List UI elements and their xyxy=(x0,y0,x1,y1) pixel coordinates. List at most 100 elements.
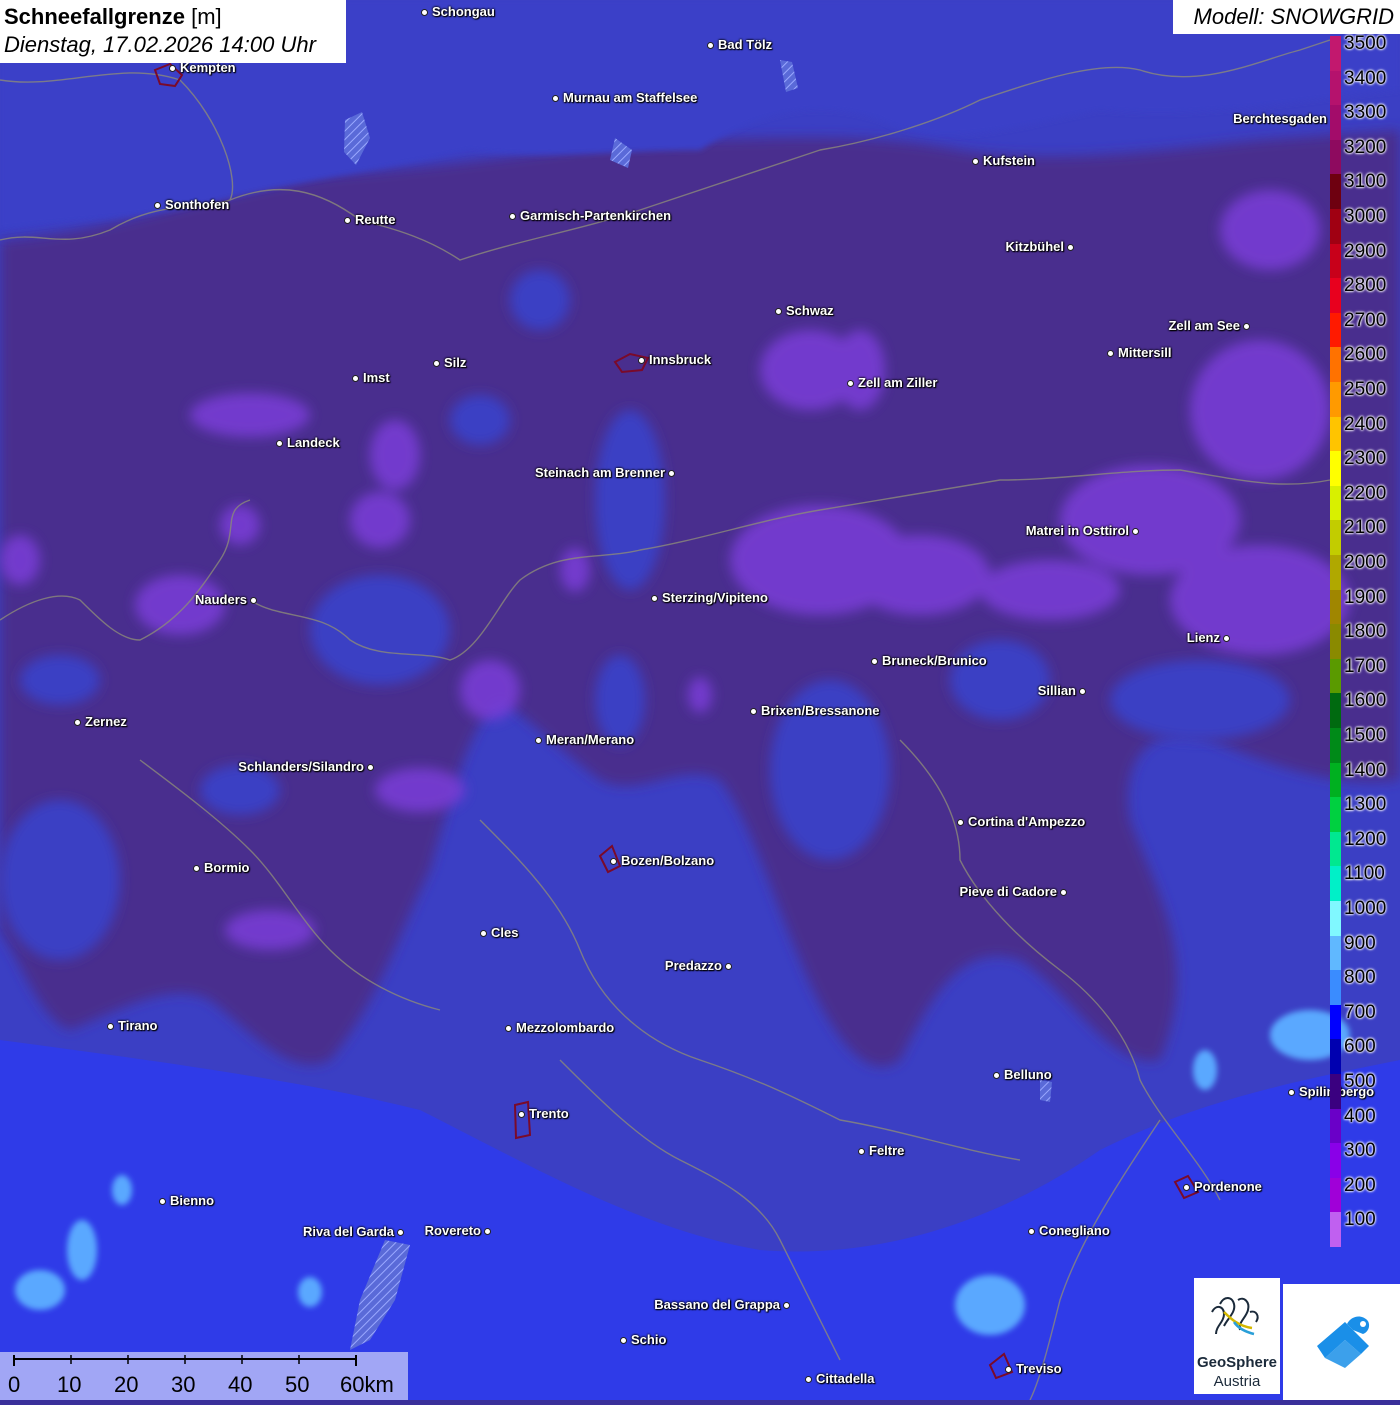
legend-swatch-200 xyxy=(1330,1177,1341,1213)
legend-swatch-3400 xyxy=(1330,70,1341,106)
legend-label-600: 600 xyxy=(1344,1036,1376,1058)
legend-label-3200: 3200 xyxy=(1344,136,1387,158)
legend-swatch-3500 xyxy=(1330,36,1341,72)
map-title: Schneefallgrenze xyxy=(4,4,185,29)
legend-swatch-2000 xyxy=(1330,555,1341,591)
city-dot-cittadella xyxy=(805,1376,812,1383)
legend-swatch-1700 xyxy=(1330,658,1341,694)
city-label-pordenone: Pordenone xyxy=(1194,1179,1262,1194)
city-dot-nauders xyxy=(250,597,257,604)
legend-swatch-500 xyxy=(1330,1074,1341,1110)
city-dot-sonthofen xyxy=(154,202,161,209)
legend-swatch-2100 xyxy=(1330,520,1341,556)
city-dot-reutte xyxy=(344,217,351,224)
legend-label-1400: 1400 xyxy=(1344,759,1387,781)
legend-swatch-1500 xyxy=(1330,728,1341,764)
city-dot-pieve-di-cadore xyxy=(1060,889,1067,896)
city-dot-steinach-am-brenner xyxy=(668,470,675,477)
city-dot-bassano-del-grappa xyxy=(783,1302,790,1309)
city-label-belluno: Belluno xyxy=(1004,1067,1052,1082)
legend-swatch-2900 xyxy=(1330,243,1341,279)
city-dot-cortina-d-ampezzo xyxy=(957,819,964,826)
legend-swatch-700 xyxy=(1330,1004,1341,1040)
legend-label-200: 200 xyxy=(1344,1174,1376,1196)
city-dot-mezzolombardo xyxy=(505,1025,512,1032)
city-label-conegliano: Conegliano xyxy=(1039,1223,1110,1238)
city-dot-zell-am-ziller xyxy=(847,380,854,387)
legend-label-1900: 1900 xyxy=(1344,586,1387,608)
legend-swatch-2400 xyxy=(1330,416,1341,452)
legend-label-2700: 2700 xyxy=(1344,309,1387,331)
city-label-brixen-bressanone: Brixen/Bressanone xyxy=(761,703,880,718)
city-label-garmisch-partenkirchen: Garmisch-Partenkirchen xyxy=(520,208,672,223)
city-dot-schio xyxy=(620,1337,627,1344)
legend-label-1300: 1300 xyxy=(1344,794,1387,816)
city-label-steinach-am-brenner: Steinach am Brenner xyxy=(534,465,665,480)
city-dot-meran-merano xyxy=(535,737,542,744)
city-label-bassano-del-grappa: Bassano del Grappa xyxy=(654,1297,780,1312)
legend-swatch-3100 xyxy=(1330,174,1341,210)
city-label-tirano: Tirano xyxy=(118,1018,158,1033)
legend-label-900: 900 xyxy=(1344,932,1376,954)
legend-swatch-100 xyxy=(1330,1212,1341,1248)
city-label-sillian: Sillian xyxy=(1037,683,1076,698)
city-label-reutte: Reutte xyxy=(355,212,396,227)
city-dot-bruneck-brunico xyxy=(871,658,878,665)
legend-swatch-1100 xyxy=(1330,866,1341,902)
city-dot-brixen-bressanone xyxy=(750,708,757,715)
legend-label-1000: 1000 xyxy=(1344,898,1387,919)
city-dot-treviso xyxy=(1005,1366,1012,1373)
legend-label-2100: 2100 xyxy=(1344,517,1387,539)
legend-swatch-300 xyxy=(1330,1143,1341,1179)
city-dot-zernez xyxy=(74,719,81,726)
city-dot-bad-t-lz xyxy=(707,42,714,49)
city-label-schlanders-silandro: Schlanders/Silandro xyxy=(238,759,364,774)
city-label-bormio: Bormio xyxy=(204,860,250,875)
city-label-zell-am-ziller: Zell am Ziller xyxy=(858,375,938,390)
legend-label-1100: 1100 xyxy=(1344,863,1385,885)
legend-label-2000: 2000 xyxy=(1344,552,1387,573)
city-dot-schlanders-silandro xyxy=(367,764,374,771)
city-dot-spilimbergo xyxy=(1288,1089,1295,1096)
city-dot-kufstein xyxy=(972,158,979,165)
legend-label-500: 500 xyxy=(1344,1071,1376,1092)
city-label-sonthofen: Sonthofen xyxy=(165,197,230,212)
city-dot-trento xyxy=(518,1111,525,1118)
city-label-bad-t-lz: Bad Tölz xyxy=(718,37,773,52)
snow-hill-icon xyxy=(1317,1316,1370,1368)
city-dot-silz xyxy=(433,360,440,367)
legend-swatch-1800 xyxy=(1330,624,1341,660)
city-dot-tirano xyxy=(107,1023,114,1030)
scale-label-5: 50 xyxy=(285,1372,310,1397)
legend-label-3400: 3400 xyxy=(1344,67,1387,89)
legend-label-3000: 3000 xyxy=(1344,206,1387,227)
city-label-landeck: Landeck xyxy=(287,435,340,450)
city-label-treviso: Treviso xyxy=(1016,1361,1062,1376)
legend-swatch-1200 xyxy=(1330,831,1341,867)
city-dot-landeck xyxy=(276,440,283,447)
legend-swatch-2700 xyxy=(1330,312,1341,348)
city-label-imst: Imst xyxy=(363,370,390,385)
city-label-mezzolombardo: Mezzolombardo xyxy=(516,1020,615,1035)
legend-label-2500: 2500 xyxy=(1344,379,1387,400)
legend-label-2400: 2400 xyxy=(1344,413,1387,435)
city-label-innsbruck: Innsbruck xyxy=(649,352,712,367)
city-dot-predazzo xyxy=(725,963,732,970)
city-label-bozen-bolzano: Bozen/Bolzano xyxy=(621,853,715,868)
city-dot-pordenone xyxy=(1183,1184,1190,1191)
map-unit: [m] xyxy=(191,4,222,29)
scale-label-4: 40 xyxy=(228,1372,253,1397)
city-dot-lienz xyxy=(1223,635,1230,642)
city-dot-imst xyxy=(352,375,359,382)
city-label-silz: Silz xyxy=(444,355,467,370)
legend-swatch-3300 xyxy=(1330,105,1341,141)
legend-swatch-1400 xyxy=(1330,762,1341,798)
city-label-schwaz: Schwaz xyxy=(786,303,834,318)
legend-swatch-3000 xyxy=(1330,209,1341,245)
legend-label-800: 800 xyxy=(1344,967,1376,989)
scale-label-0: 0 xyxy=(8,1372,21,1397)
city-label-zernez: Zernez xyxy=(85,714,127,729)
geosphere-logo: GeoSphere Austria xyxy=(1194,1278,1280,1394)
city-label-lienz: Lienz xyxy=(1186,630,1220,645)
legend-label-700: 700 xyxy=(1344,1001,1376,1023)
